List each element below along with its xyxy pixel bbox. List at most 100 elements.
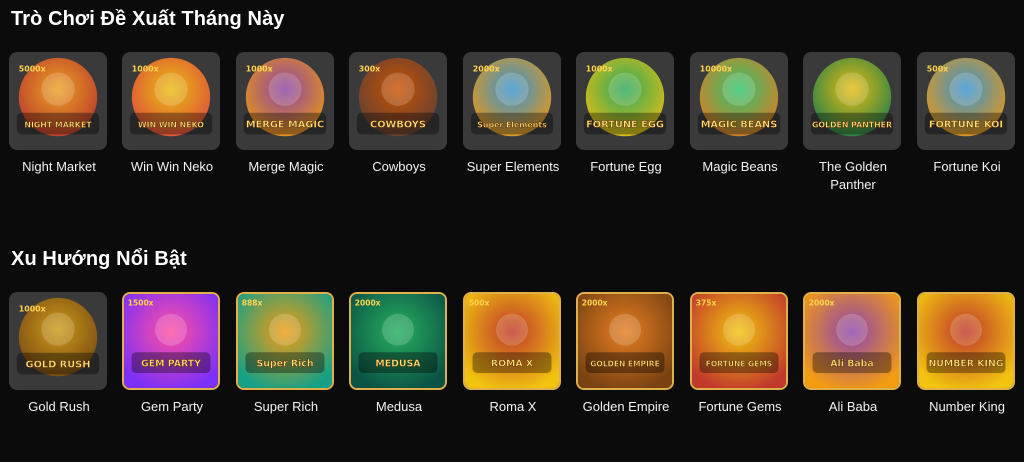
game-card-ali-baba[interactable]: Ali Baba 2000x Ali Baba [803,292,903,416]
game-name-label: Number King [929,399,1005,414]
gem-party-art: GEM PARTY 1500x [124,294,218,388]
game-thumbnail[interactable]: MAGIC BEANS 10000x [690,52,788,150]
game-card-number-king[interactable]: NUMBER KING Number King [917,292,1017,416]
medusa-art: MEDUSA 2000x [351,294,445,388]
game-logo-text: GOLD RUSH [26,359,91,370]
game-logo-text: MAGIC BEANS [701,119,778,130]
multiplier-badge: 1000x [246,65,273,74]
multiplier-badge: 2000x [473,65,500,74]
game-logo-text: Ali Baba [830,358,873,369]
game-thumbnail[interactable]: COWBOYS 300x [349,52,447,150]
game-thumbnail[interactable]: MEDUSA 2000x [349,292,447,390]
game-thumbnail[interactable]: GOLDEN EMPIRE 2000x [576,292,674,390]
golden-empire-art: GOLDEN EMPIRE 2000x [578,294,672,388]
game-card-medusa[interactable]: MEDUSA 2000x Medusa [349,292,449,416]
multiplier-badge: 2000x [809,298,835,307]
recommended-games-row: NIGHT MARKET 5000x Night Market WIN WIN NEK… [9,52,1019,222]
game-card-golden-empire[interactable]: GOLDEN EMPIRE 2000x Golden Empire [576,292,676,416]
multiplier-badge: 5000x [19,65,46,74]
cowboys-art: COWBOYS 300x [356,57,440,137]
game-name-label: Cowboys [372,159,426,174]
ali-baba-art: Ali Baba 2000x [805,294,899,388]
game-name-label: Super Elements [466,159,560,174]
game-name-label: Medusa [375,399,423,414]
number-king-art: NUMBER KING [919,294,1013,388]
game-name-label: Roma X [489,399,537,414]
game-name-label: Super Rich [253,399,319,414]
game-card-merge-magic[interactable]: MERGE MAGIC 1000x Merge Magic [236,52,336,176]
game-thumbnail[interactable]: NUMBER KING [917,292,1015,390]
game-name-label: Fortune Egg [590,159,662,174]
multiplier-badge: 888x [242,298,263,307]
game-logo-text: GEM PARTY [141,358,201,369]
multiplier-badge: 1000x [586,65,613,74]
game-logo-text: GOLDEN PANTHER [812,120,892,129]
game-thumbnail[interactable]: GEM PARTY 1500x [122,292,220,390]
game-logo-text: COWBOYS [370,119,426,130]
game-thumbnail[interactable]: FORTUNE GEMS 375x [690,292,788,390]
multiplier-badge: 500x [927,65,948,74]
merge-magic-art: MERGE MAGIC 1000x [243,57,327,137]
game-card-neko-cat[interactable]: WIN WIN NEKO 1000x Win Win Neko [122,52,222,176]
game-card-magic-beans[interactable]: MAGIC BEANS 10000x Magic Beans [690,52,790,176]
game-logo-text: MEDUSA [375,358,421,369]
game-name-label: Fortune Gems [698,399,782,414]
game-thumbnail[interactable]: FORTUNE EGG 1000x [576,52,674,150]
game-logo-text: FORTUNE EGG [586,119,664,130]
multiplier-badge: 2000x [582,298,608,307]
game-logo-text: FORTUNE GEMS [706,359,772,368]
game-logo-text: GOLDEN EMPIRE [590,359,659,368]
game-name-label: Win Win Neko [130,159,214,174]
multiplier-badge: 10000x [700,65,732,74]
multiplier-badge: 375x [696,298,717,307]
fortune-gems-art: FORTUNE GEMS 375x [692,294,786,388]
game-logo-text: ROMA X [491,358,534,369]
game-thumbnail[interactable]: Ali Baba 2000x [803,292,901,390]
game-name-label: Fortune Koi [933,159,1001,174]
game-thumbnail[interactable]: FORTUNE KOI 500x [917,52,1015,150]
game-card-fortune-gems[interactable]: FORTUNE GEMS 375x Fortune Gems [690,292,790,416]
game-thumbnail[interactable]: GOLDEN PANTHER [803,52,901,150]
super-rich-art: Super Rich 888x [238,294,332,388]
neko-cat-art: WIN WIN NEKO 1000x [129,57,213,137]
game-logo-text: WIN WIN NEKO [138,120,204,129]
game-card-fortune-koi[interactable]: FORTUNE KOI 500x Fortune Koi [917,52,1017,176]
trending-games-row: GOLD RUSH 1000x Gold Rush GEM PARTY 1500x Gem… [9,292,1019,462]
game-card-fortune-egg[interactable]: FORTUNE EGG 1000x Fortune Egg [576,52,676,176]
game-thumbnail[interactable]: Super Rich 888x [236,292,334,390]
night-market-art: NIGHT MARKET 5000x [16,57,100,137]
multiplier-badge: 500x [469,298,490,307]
game-card-roma-x[interactable]: ROMA X 500x Roma X [463,292,563,416]
section-title-recommended: Trò Chơi Đề Xuất Tháng Này [11,8,285,30]
game-thumbnail[interactable]: WIN WIN NEKO 1000x [122,52,220,150]
section-title-trending: Xu Hướng Nổi Bật [11,248,187,270]
game-card-super-rich[interactable]: Super Rich 888x Super Rich [236,292,336,416]
game-card-golden-panther[interactable]: GOLDEN PANTHER The Golden Panther [803,52,903,194]
game-name-label: Gold Rush [28,399,90,414]
game-thumbnail[interactable]: MERGE MAGIC 1000x [236,52,334,150]
game-name-label: Merge Magic [248,159,324,174]
roma-x-art: ROMA X 500x [465,294,559,388]
super-elements-art: Super Elements 2000x [470,57,554,137]
game-name-label: Magic Beans [702,159,778,174]
game-logo-text: Super Elements [477,120,547,129]
game-card-gem-party[interactable]: GEM PARTY 1500x Gem Party [122,292,222,416]
game-name-label: Night Market [22,159,96,174]
game-card-super-elements[interactable]: Super Elements 2000x Super Elements [463,52,563,176]
game-card-night-market[interactable]: NIGHT MARKET 5000x Night Market [9,52,109,176]
game-thumbnail[interactable]: GOLD RUSH 1000x [9,292,107,390]
game-logo-text: NIGHT MARKET [24,120,92,129]
game-thumbnail[interactable]: ROMA X 500x [463,292,561,390]
game-thumbnail[interactable]: Super Elements 2000x [463,52,561,150]
fortune-koi-art: FORTUNE KOI 500x [924,57,1008,137]
game-name-label: Ali Baba [828,399,878,414]
golden-panther-art: GOLDEN PANTHER [810,57,894,137]
game-name-label: The Golden Panther [819,159,887,192]
gold-rush-art: GOLD RUSH 1000x [16,297,100,377]
magic-beans-art: MAGIC BEANS 10000x [697,57,781,137]
game-card-gold-rush[interactable]: GOLD RUSH 1000x Gold Rush [9,292,109,416]
game-logo-text: MERGE MAGIC [246,119,324,130]
game-thumbnail[interactable]: NIGHT MARKET 5000x [9,52,107,150]
fortune-egg-art: FORTUNE EGG 1000x [583,57,667,137]
game-card-cowboys[interactable]: COWBOYS 300x Cowboys [349,52,449,176]
